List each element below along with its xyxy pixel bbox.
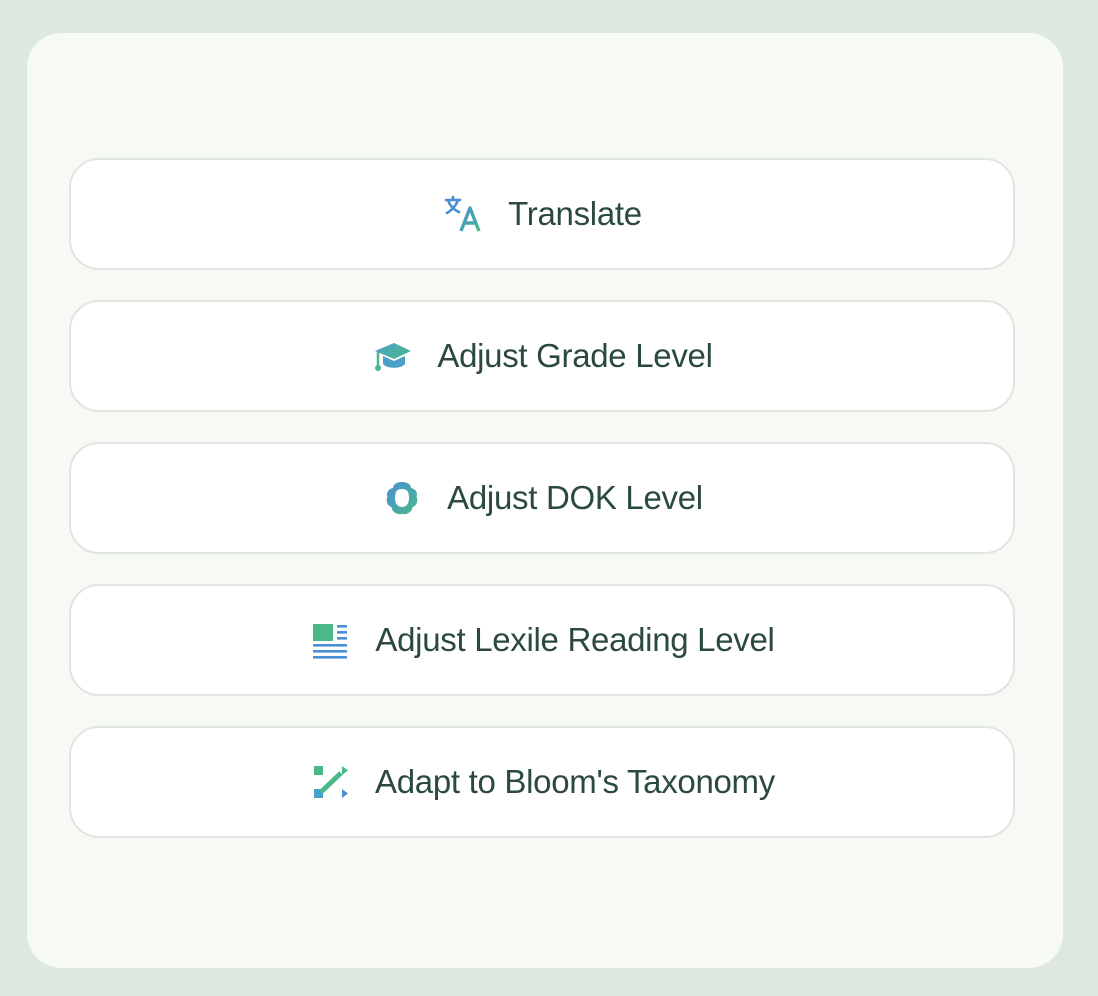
adapt-blooms-taxonomy-button[interactable]: Adapt to Bloom's Taxonomy xyxy=(69,726,1015,838)
flow-arrows-icon xyxy=(309,761,351,803)
adjust-dok-level-button[interactable]: Adjust DOK Level xyxy=(69,442,1015,554)
translate-label: Translate xyxy=(508,195,642,232)
adjust-dok-level-label: Adjust DOK Level xyxy=(447,479,703,516)
adapt-blooms-taxonomy-label: Adapt to Bloom's Taxonomy xyxy=(375,763,775,800)
graduation-cap-icon xyxy=(371,335,413,377)
translate-button[interactable]: Translate xyxy=(69,158,1015,270)
translate-icon xyxy=(442,193,484,235)
text-lines-icon xyxy=(309,619,351,661)
adjust-grade-level-label: Adjust Grade Level xyxy=(437,337,713,374)
brain-icon xyxy=(381,477,423,519)
adjust-lexile-reading-level-label: Adjust Lexile Reading Level xyxy=(375,621,775,658)
adjust-lexile-reading-level-button[interactable]: Adjust Lexile Reading Level xyxy=(69,584,1015,696)
options-list: Translate Adjust Grade Level Adjust DOK … xyxy=(69,158,1015,838)
options-panel: Translate Adjust Grade Level Adjust DOK … xyxy=(27,33,1063,968)
adjust-grade-level-button[interactable]: Adjust Grade Level xyxy=(69,300,1015,412)
